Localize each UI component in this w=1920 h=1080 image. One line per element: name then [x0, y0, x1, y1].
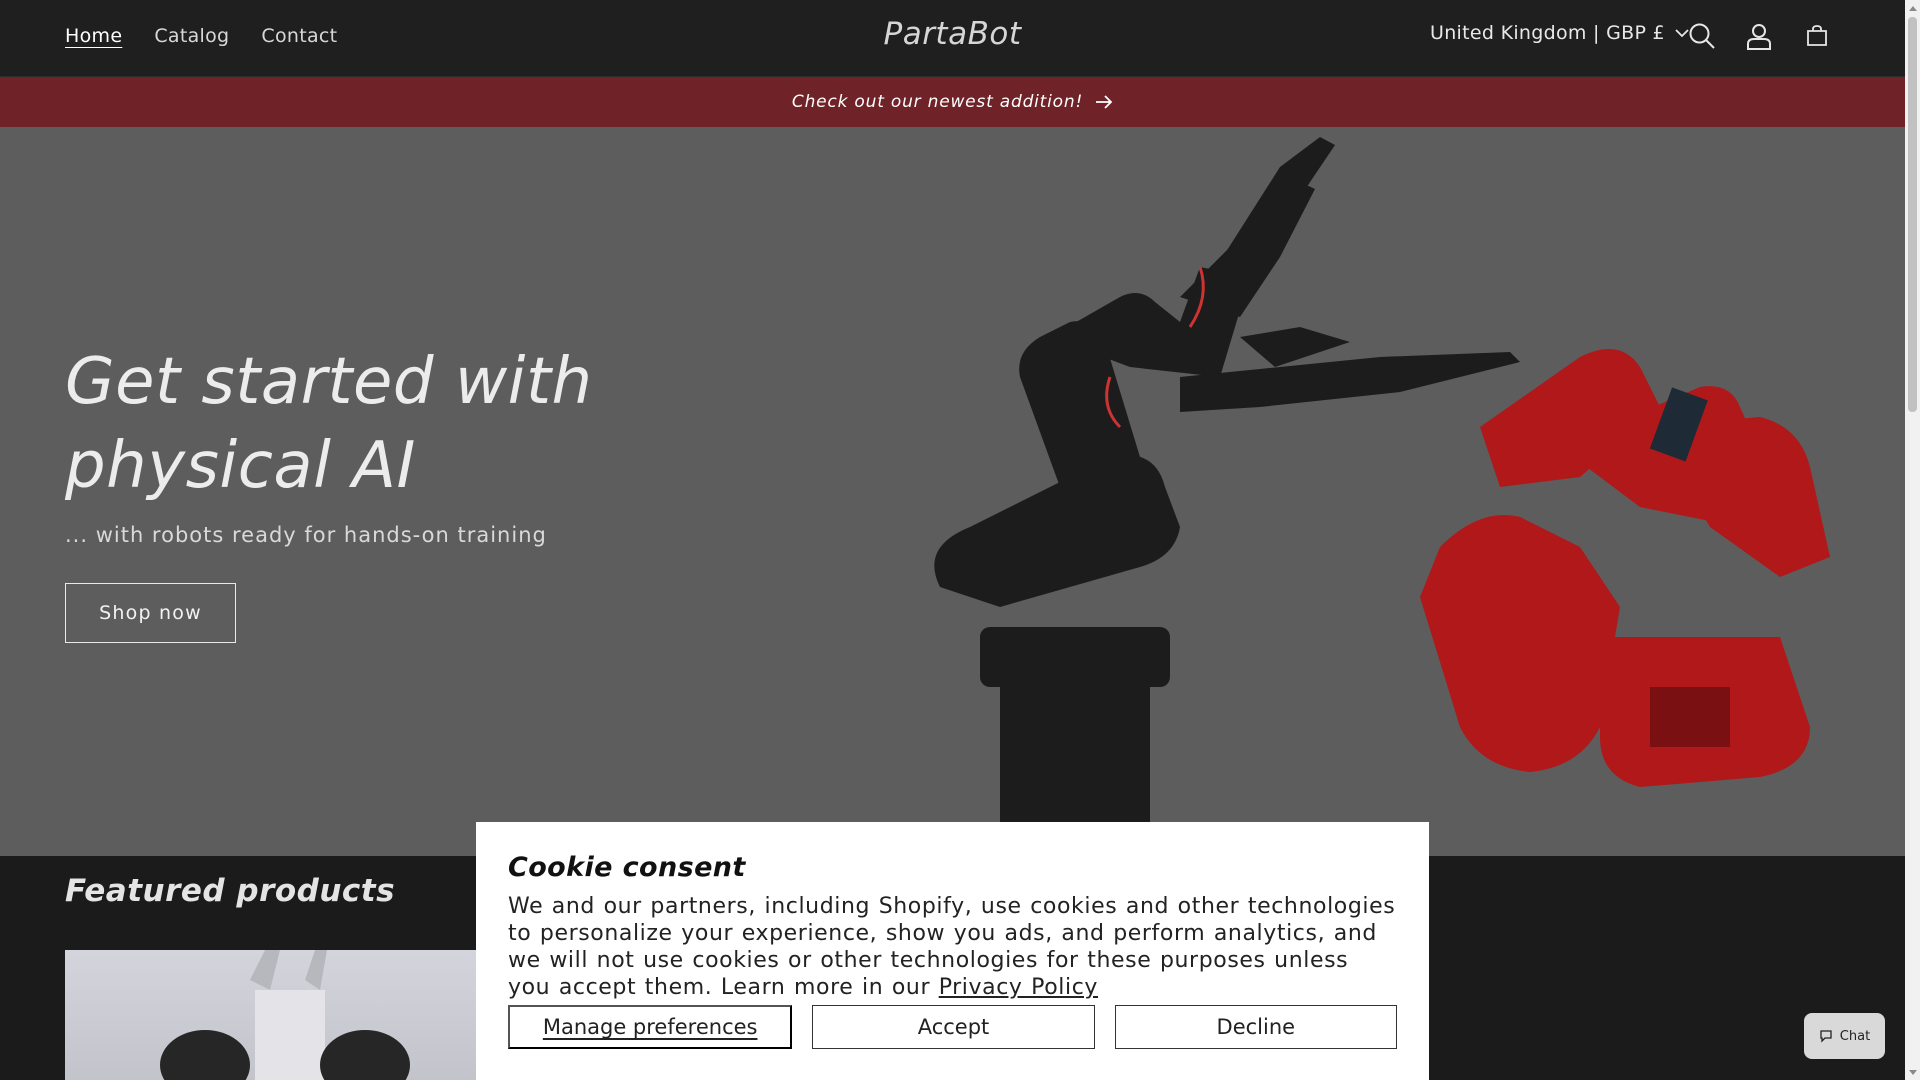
scroll-down-arrow[interactable] [1908, 1068, 1917, 1077]
page-scrollbar[interactable] [1905, 0, 1920, 1080]
shop-now-button[interactable]: Shop now [65, 583, 236, 643]
scroll-up-arrow[interactable] [1908, 3, 1917, 12]
cart-button[interactable] [1801, 20, 1833, 52]
cookie-title: Cookie consent [508, 852, 746, 883]
site-header: Home Catalog Contact PartaBot United Kin… [0, 0, 1905, 77]
scrollbar-thumb[interactable] [1908, 17, 1917, 412]
search-button[interactable] [1686, 20, 1718, 52]
product-image [160, 950, 410, 1080]
main-nav: Home Catalog Contact [65, 0, 337, 72]
announcement-text: Check out our newest addition! [791, 92, 1084, 112]
nav-contact[interactable]: Contact [261, 25, 337, 47]
cookie-actions: Manage preferences Accept Decline [508, 1005, 1397, 1049]
hero-robot-image [934, 137, 1830, 856]
hero-subtitle: ... with robots ready for hands-on train… [65, 523, 547, 547]
scroll-up-icon [1908, 5, 1917, 11]
site-logo[interactable]: PartaBot [884, 16, 1022, 52]
locale-label: United Kingdom | GBP £ [1430, 22, 1665, 44]
privacy-policy-link[interactable]: Privacy Policy [939, 975, 1098, 1000]
account-icon [1747, 24, 1771, 50]
hero-banner: Get started with physical AI ... with ro… [0, 127, 1905, 856]
decline-button[interactable]: Decline [1114, 1005, 1397, 1049]
manage-preferences-button[interactable]: Manage preferences [508, 1005, 793, 1049]
locale-selector[interactable]: United Kingdom | GBP £ [1430, 22, 1689, 44]
arrow-right-icon [1096, 95, 1113, 109]
announcement-bar[interactable]: Check out our newest addition! [0, 77, 1905, 127]
chat-bubble-icon [1820, 1030, 1832, 1043]
account-button[interactable] [1743, 20, 1775, 52]
accept-button[interactable]: Accept [812, 1005, 1095, 1049]
product-card[interactable] [65, 950, 477, 1080]
nav-catalog[interactable]: Catalog [154, 25, 229, 47]
chat-button[interactable]: Chat [1804, 1013, 1885, 1059]
chat-label: Chat [1839, 1028, 1871, 1044]
scroll-down-icon [1908, 1069, 1917, 1075]
search-icon [1689, 23, 1715, 49]
featured-products-heading: Featured products [65, 873, 396, 909]
nav-home[interactable]: Home [65, 25, 122, 47]
hero-title: Get started with physical AI [65, 345, 593, 503]
cookie-consent-dialog: Cookie consent We and our partners, incl… [476, 822, 1429, 1080]
cart-icon [1807, 25, 1827, 46]
cookie-body: We and our partners, including Shopify, … [508, 893, 1397, 1001]
